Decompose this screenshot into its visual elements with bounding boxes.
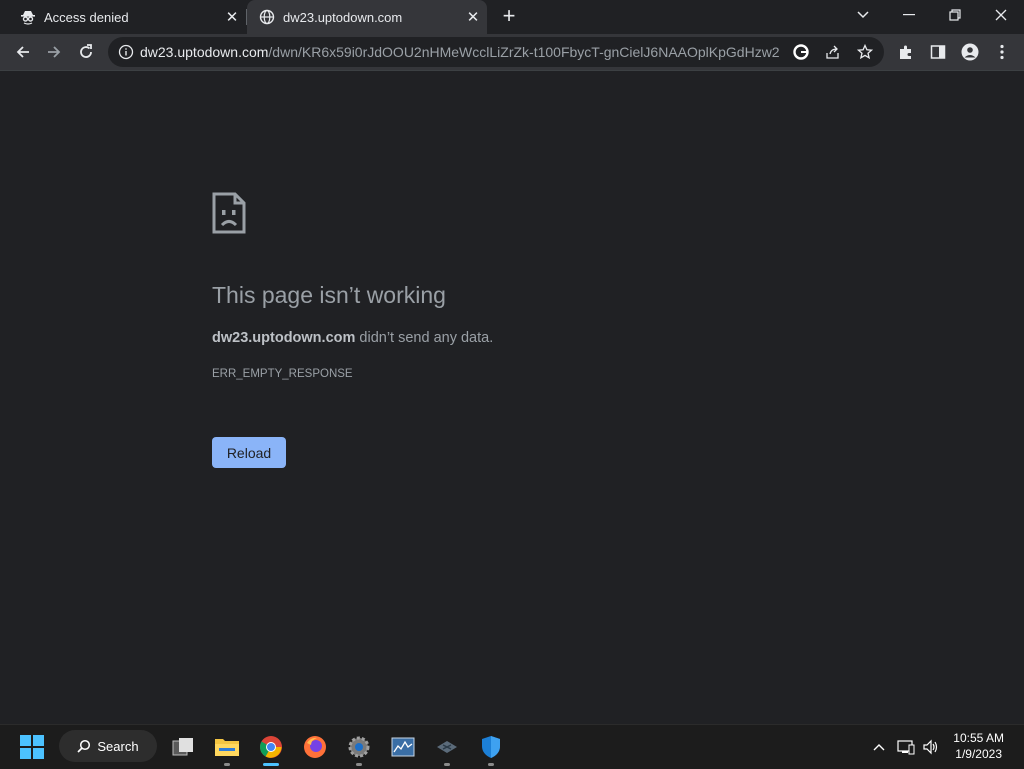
firefox-icon xyxy=(304,736,326,758)
file-explorer-button[interactable] xyxy=(211,731,243,766)
error-message: didn’t send any data. xyxy=(355,330,494,346)
kebab-menu-icon xyxy=(1000,44,1004,60)
sad-page-icon xyxy=(212,192,246,234)
resource-monitor-button[interactable] xyxy=(387,731,419,763)
minimize-icon xyxy=(903,14,915,16)
address-bar[interactable]: dw23.uptodown.com/dwn/KR6x59i0rJdOOU2nHM… xyxy=(108,37,884,67)
chevron-up-icon xyxy=(873,744,885,751)
chrome-icon xyxy=(260,736,282,758)
volume-button[interactable] xyxy=(921,737,941,757)
start-button[interactable] xyxy=(16,731,48,763)
restore-icon xyxy=(949,9,961,21)
running-indicator xyxy=(224,763,230,766)
back-arrow-icon xyxy=(16,46,29,58)
reload-button[interactable] xyxy=(72,38,100,66)
share-icon[interactable] xyxy=(823,42,843,62)
back-button[interactable] xyxy=(9,38,37,66)
tab-strip: Access denied ✕ dw23.uptodown.com ✕ + xyxy=(0,0,1024,34)
box-app-icon xyxy=(437,741,457,753)
chevron-down-icon xyxy=(857,11,869,19)
error-description: dw23.uptodown.com didn’t send any data. xyxy=(212,330,493,346)
spy-icon xyxy=(20,9,36,25)
close-icon xyxy=(995,9,1007,21)
side-panel-button[interactable] xyxy=(924,38,952,66)
bookmark-star-icon[interactable] xyxy=(855,42,875,62)
network-button[interactable] xyxy=(896,737,916,757)
puzzle-icon xyxy=(900,45,911,59)
system-clock[interactable]: 10:55 AM 1/9/2023 xyxy=(953,730,1004,762)
error-page: This page isn’t working dw23.uptodown.co… xyxy=(0,71,1024,724)
close-window-button[interactable] xyxy=(978,0,1024,30)
settings-taskbar-button[interactable] xyxy=(343,731,375,766)
folder-icon xyxy=(215,739,239,756)
tab-uptodown[interactable]: dw23.uptodown.com ✕ xyxy=(247,0,487,34)
new-tab-button[interactable]: + xyxy=(497,3,521,28)
side-panel-icon xyxy=(930,45,946,59)
running-indicator xyxy=(488,763,494,766)
close-icon[interactable]: ✕ xyxy=(459,8,487,26)
forward-arrow-icon xyxy=(48,46,61,58)
url-host: dw23.uptodown.com xyxy=(140,44,269,60)
gear-icon xyxy=(348,736,370,758)
tab-title: Access denied xyxy=(44,9,129,25)
active-indicator xyxy=(263,763,279,766)
chrome-taskbar-button[interactable] xyxy=(255,731,287,766)
search-label: Search xyxy=(97,738,139,754)
url-path: /dwn/KR6x59i0rJdOOU2nHMeWcclLiZrZk-t100F… xyxy=(268,44,780,60)
info-icon[interactable] xyxy=(118,44,134,60)
restore-button[interactable] xyxy=(932,0,978,30)
tab-access-denied[interactable]: Access denied ✕ xyxy=(0,0,246,34)
performance-chart-icon xyxy=(391,737,415,757)
tab-search-button[interactable] xyxy=(840,0,886,30)
url-text[interactable]: dw23.uptodown.com/dwn/KR6x59i0rJdOOU2nHM… xyxy=(140,44,780,60)
clock-time: 10:55 AM xyxy=(953,731,1004,745)
reload-page-button[interactable]: Reload xyxy=(212,437,286,468)
globe-icon xyxy=(259,9,275,25)
browser-toolbar: dw23.uptodown.com/dwn/KR6x59i0rJdOOU2nHM… xyxy=(0,34,1024,71)
taskbar-search-button[interactable]: Search xyxy=(59,730,157,762)
shield-icon xyxy=(482,736,500,758)
minimize-button[interactable] xyxy=(886,0,932,30)
error-host: dw23.uptodown.com xyxy=(212,330,356,346)
extensions-button[interactable] xyxy=(892,38,920,66)
profile-icon xyxy=(961,43,979,61)
network-icon xyxy=(897,740,915,755)
security-taskbar-button[interactable] xyxy=(475,731,507,766)
error-code: ERR_EMPTY_RESPONSE xyxy=(212,368,353,380)
virtualbox-taskbar-button[interactable] xyxy=(431,731,463,766)
google-icon[interactable] xyxy=(791,42,811,62)
error-title: This page isn’t working xyxy=(212,282,446,308)
running-indicator xyxy=(356,763,362,766)
menu-button[interactable] xyxy=(988,38,1016,66)
speaker-icon xyxy=(923,739,938,755)
tab-title: dw23.uptodown.com xyxy=(283,9,403,25)
task-view-icon xyxy=(172,738,193,756)
tray-overflow-button[interactable] xyxy=(869,737,889,757)
windows-logo-icon xyxy=(20,735,44,759)
firefox-taskbar-button[interactable] xyxy=(299,731,331,763)
forward-button[interactable] xyxy=(40,38,68,66)
taskbar: Search 10:55 AM 1/9/2023 xyxy=(0,724,1024,769)
clock-date: 1/9/2023 xyxy=(955,747,1002,761)
search-icon xyxy=(77,739,91,753)
close-icon[interactable]: ✕ xyxy=(218,8,246,26)
reload-icon xyxy=(80,44,92,58)
running-indicator xyxy=(444,763,450,766)
profile-button[interactable] xyxy=(956,38,984,66)
task-view-button[interactable] xyxy=(167,731,199,763)
